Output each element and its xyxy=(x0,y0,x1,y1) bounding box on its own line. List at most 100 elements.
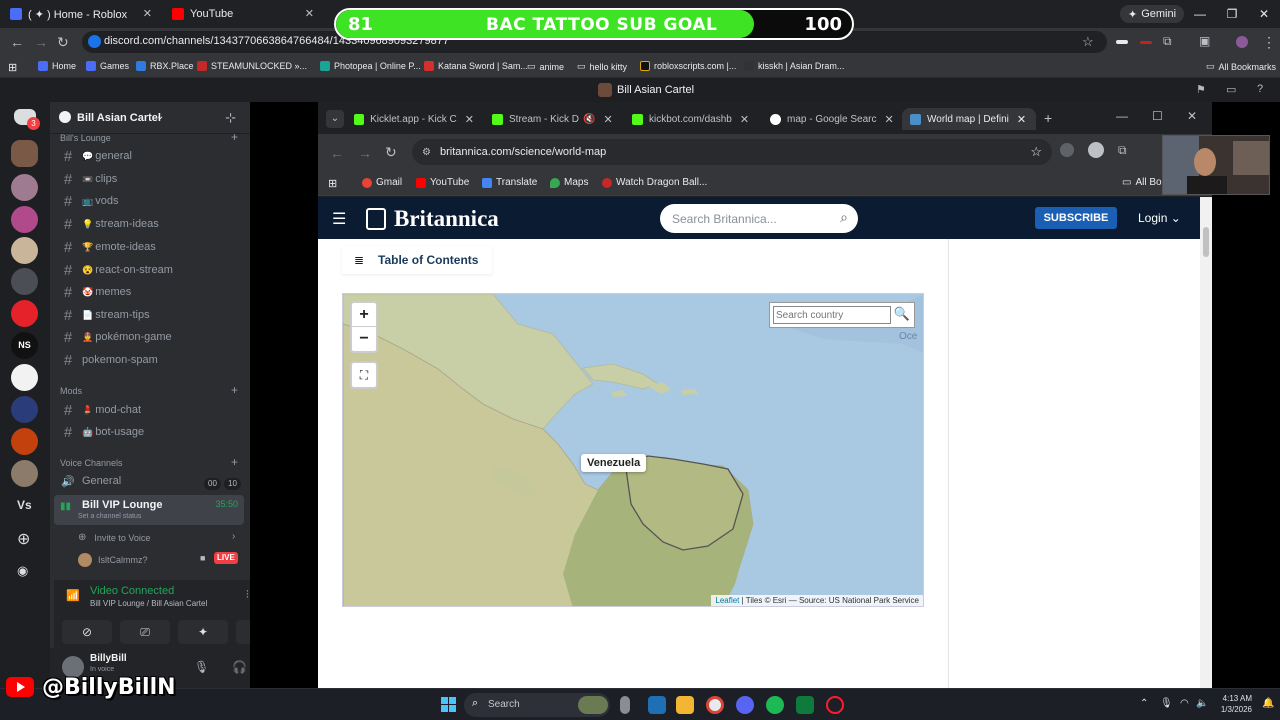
close-tab-icon[interactable]: ✕ xyxy=(305,7,314,20)
bookmark-gmail[interactable]: Gmail xyxy=(362,177,402,188)
bookmark-star-icon[interactable]: ☆ xyxy=(1030,144,1042,160)
category-voice[interactable]: Voice Channels xyxy=(60,458,123,468)
spotify-icon[interactable] xyxy=(766,696,784,714)
notifications-icon[interactable]: 🔔 xyxy=(1262,698,1274,709)
add-channel-icon[interactable]: + xyxy=(231,383,238,397)
close-tab-icon[interactable]: ✕ xyxy=(740,113,749,126)
wifi-icon[interactable]: ◠ xyxy=(1180,698,1189,709)
connection-status[interactable]: Video Connected xyxy=(90,585,174,597)
back-icon[interactable]: ← xyxy=(10,34,24,50)
close-tab-icon[interactable]: ✕ xyxy=(885,113,894,126)
bookmark-folder-hello-kitty[interactable]: ▭ hello kitty xyxy=(577,61,627,72)
chevron-up-icon[interactable]: ⌃ xyxy=(1140,698,1148,709)
extensions-puzzle-icon[interactable]: ⧉ xyxy=(1163,34,1172,49)
hamburger-menu-icon[interactable]: ☰ xyxy=(332,209,346,229)
discord-icon[interactable] xyxy=(736,696,754,714)
bookmark-youtube[interactable]: YouTube xyxy=(416,177,469,188)
tab-kickbot[interactable]: kickbot.com/dashb ✕ xyxy=(632,108,762,130)
noise-suppression-icon[interactable]: ⫶ xyxy=(246,589,249,602)
voice-member[interactable]: IsltCalmmz? xyxy=(78,553,148,567)
server-icon[interactable] xyxy=(11,300,38,327)
close-tab-icon[interactable]: ✕ xyxy=(1017,113,1026,126)
inbox-icon[interactable]: ▭ xyxy=(1226,83,1236,96)
headphones-icon[interactable]: 🎧 xyxy=(232,660,247,674)
extension-icon[interactable] xyxy=(1060,143,1074,157)
channel-vods[interactable]: # 📺 vods xyxy=(58,191,246,211)
server-icon[interactable] xyxy=(11,396,38,423)
system-clock[interactable]: 4:13 AM 1/3/2026 xyxy=(1208,693,1252,715)
back-icon[interactable]: ← xyxy=(330,145,344,161)
fullscreen-button[interactable]: ⛶ xyxy=(350,361,378,389)
microphone-icon[interactable]: 🎙 xyxy=(1160,698,1173,709)
apps-grid-icon[interactable]: ⊞ xyxy=(328,177,337,190)
app-icon[interactable] xyxy=(796,696,814,714)
server-icon[interactable] xyxy=(11,460,38,487)
invite-people-icon[interactable]: ⊹ xyxy=(225,110,236,126)
search-icon[interactable]: ⌕ xyxy=(840,209,848,226)
channel-pokemon-spam[interactable]: # pokemon-spam xyxy=(58,350,246,370)
camera-off-button[interactable]: ⊘ xyxy=(62,620,112,644)
close-tab-icon[interactable]: ✕ xyxy=(465,113,474,126)
tab-search-icon[interactable]: ⌄ xyxy=(326,110,344,128)
opera-icon[interactable] xyxy=(826,696,844,714)
forward-icon[interactable]: → xyxy=(34,34,48,50)
bookmark-kisskh[interactable]: kisskh | Asian Dram... xyxy=(744,61,844,71)
site-info-icon[interactable] xyxy=(88,35,101,48)
channel-pokemon-game[interactable]: # 👲 pokémon-game xyxy=(58,327,246,347)
tab-youtube[interactable]: YouTube ✕ xyxy=(172,4,322,24)
voice-channel-vip-lounge[interactable]: ▮▮ Bill VIP Lounge 35:50 Set a channel s… xyxy=(54,495,244,525)
server-icon[interactable] xyxy=(11,428,38,455)
pin-icon[interactable]: ⚑ xyxy=(1196,83,1206,96)
new-tab-icon[interactable]: + xyxy=(1044,110,1052,126)
zoom-in-button[interactable]: + xyxy=(352,303,376,327)
extension-icon[interactable] xyxy=(1116,40,1128,44)
page-scrollbar[interactable] xyxy=(1200,197,1212,688)
server-header[interactable]: Bill Asian Cartel ⌄ ⊹ xyxy=(50,102,250,134)
minimize-icon[interactable]: — xyxy=(1116,109,1128,123)
add-server-icon[interactable]: ⊕ xyxy=(17,529,30,549)
tab-google-search[interactable]: map - Google Searc ✕ xyxy=(770,108,900,130)
all-bookmarks[interactable]: ▭ All Bo xyxy=(1122,177,1162,188)
server-icon[interactable] xyxy=(11,206,38,233)
microphone-icon[interactable]: 🎙 xyxy=(194,660,209,674)
world-map[interactable]: Oce + − ⛶ 🔍 Venezuela Leaflet | Tiles © … xyxy=(342,293,924,607)
bookmark-photopea[interactable]: Photopea | Online P... xyxy=(320,61,421,71)
category-mods[interactable]: Mods xyxy=(60,386,82,396)
restore-icon[interactable]: ❐ xyxy=(1216,7,1248,21)
server-icon[interactable] xyxy=(11,364,38,391)
extensions-puzzle-icon[interactable]: ⧉ xyxy=(1118,143,1127,158)
mouse-icon[interactable] xyxy=(620,696,630,714)
server-icon[interactable]: NS xyxy=(11,332,38,359)
all-bookmarks[interactable]: ▭ All Bookmarks xyxy=(1206,61,1276,72)
channel-clips[interactable]: # 📼 clips xyxy=(58,169,246,189)
channel-memes[interactable]: # 🤡 memes xyxy=(58,282,246,302)
tab-roblox[interactable]: ( ✦ ) Home - Roblox ✕ xyxy=(10,4,160,24)
category-lounge[interactable]: Bill's Lounge xyxy=(60,133,111,143)
bookmark-robloxscripts[interactable]: robloxscripts.com |... xyxy=(640,61,736,71)
bookmark-katana[interactable]: Katana Sword | Sam... xyxy=(424,61,528,71)
forward-icon[interactable]: → xyxy=(358,145,372,161)
britannica-logo[interactable]: Britannica xyxy=(394,206,499,232)
scrollbar-thumb[interactable] xyxy=(1203,227,1209,257)
help-icon[interactable]: ? xyxy=(1257,83,1263,95)
inner-url-field[interactable]: ⚙ britannica.com/science/world-map ☆ xyxy=(412,139,1052,165)
country-search-input[interactable] xyxy=(773,306,891,324)
subscribe-button[interactable]: SUBSCRIBE xyxy=(1035,207,1117,229)
zoom-out-button[interactable]: − xyxy=(352,327,376,351)
tab-kicklet[interactable]: Kicklet.app - Kick C ✕ xyxy=(354,108,474,130)
server-icon[interactable] xyxy=(11,140,38,167)
extension-icon[interactable] xyxy=(1140,41,1152,44)
server-icon[interactable] xyxy=(11,174,38,201)
apps-grid-icon[interactable]: ⊞ xyxy=(8,61,17,74)
channel-stream-ideas[interactable]: # 💡 stream-ideas xyxy=(58,214,246,234)
channel-bot-usage[interactable]: # 🤖 bot-usage xyxy=(58,422,246,442)
server-icon[interactable] xyxy=(11,237,38,264)
site-info-icon[interactable]: ⚙ xyxy=(422,147,431,158)
channel-stream-tips[interactable]: # 📄 stream-tips xyxy=(58,305,246,325)
bookmark-dragon-ball[interactable]: Watch Dragon Ball... xyxy=(602,177,707,188)
restore-icon[interactable]: ☐ xyxy=(1152,109,1163,123)
volume-icon[interactable]: 🔈 xyxy=(1196,698,1208,709)
login-button[interactable]: Login ⌄ xyxy=(1138,211,1181,225)
bookmark-rbx-place[interactable]: RBX.Place xyxy=(136,61,194,71)
table-of-contents-button[interactable]: ≣ Table of Contents xyxy=(342,246,492,274)
